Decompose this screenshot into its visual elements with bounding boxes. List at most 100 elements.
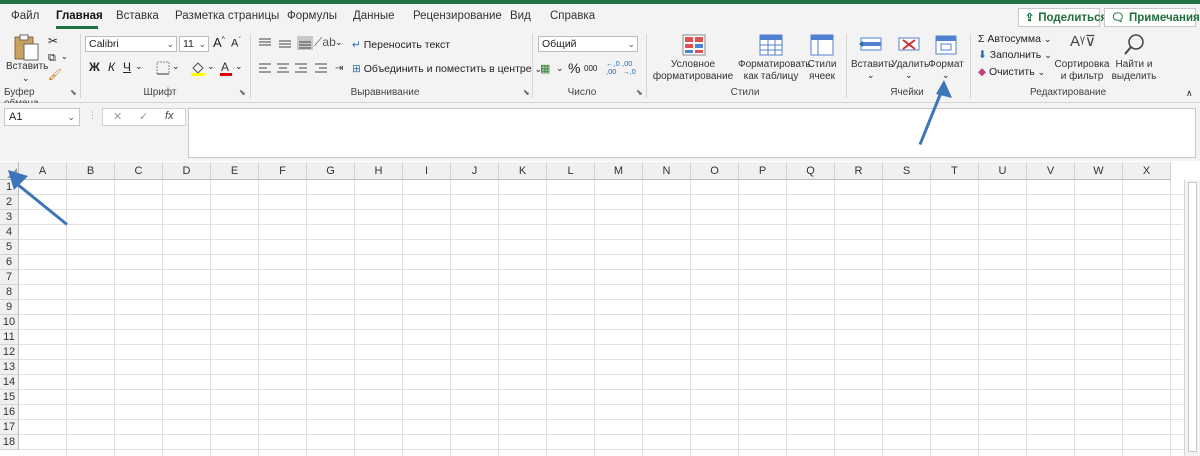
grow-font-button[interactable]: A^ <box>213 35 225 50</box>
orientation-dropdown-icon[interactable]: ⌄ <box>335 37 343 48</box>
conditional-formatting-button[interactable]: Условное форматирование <box>652 32 734 84</box>
column-header-v[interactable]: V <box>1027 162 1075 180</box>
font-color-icon[interactable]: A <box>219 59 233 77</box>
format-cells-button[interactable]: Формат ⌄ <box>927 32 965 84</box>
tab-insert[interactable]: Вставка <box>116 10 159 22</box>
font-name-select[interactable]: Calibri ⌄ <box>85 36 177 52</box>
column-header-g[interactable]: G <box>307 162 355 180</box>
format-painter-icon[interactable]: 🖌 <box>48 68 62 81</box>
increase-indent-icon[interactable]: ⇥ <box>335 63 343 74</box>
accounting-format-icon[interactable]: ▦ <box>540 62 550 75</box>
font-launcher-icon[interactable]: ⬊ <box>239 88 246 97</box>
row-header-10[interactable]: 10 <box>0 315 19 330</box>
fill-color-dropdown-icon[interactable]: ⌄ <box>207 61 215 72</box>
autosum-button[interactable]: Σ Автосумма ⌄ <box>978 33 1051 45</box>
column-header-e[interactable]: E <box>211 162 259 180</box>
column-header-k[interactable]: K <box>499 162 547 180</box>
vertical-align-icons[interactable] <box>257 36 317 50</box>
row-header-13[interactable]: 13 <box>0 360 19 375</box>
underline-dropdown-icon[interactable]: ⌄ <box>135 61 143 72</box>
tab-home[interactable]: Главная <box>56 10 103 22</box>
column-header-i[interactable]: I <box>403 162 451 180</box>
insert-function-icon[interactable]: fx <box>165 110 174 122</box>
row-header-15[interactable]: 15 <box>0 390 19 405</box>
copy-icon[interactable]: ⧉ <box>48 52 56 65</box>
alignment-launcher-icon[interactable]: ⬊ <box>523 88 530 97</box>
cell-styles-button[interactable]: Стили ячеек <box>804 32 840 84</box>
column-header-m[interactable]: M <box>595 162 643 180</box>
share-button[interactable]: ⇪ Поделиться <box>1018 8 1107 27</box>
collapse-ribbon-icon[interactable]: ∧ <box>1186 88 1193 99</box>
row-header-18[interactable]: 18 <box>0 435 19 450</box>
find-select-button[interactable]: Найти и выделить <box>1110 32 1158 84</box>
borders-dropdown-icon[interactable]: ⌄ <box>172 61 180 72</box>
name-box[interactable]: A1 ⌄ <box>4 108 80 126</box>
tab-page-layout[interactable]: Разметка страницы <box>175 10 279 22</box>
column-header-d[interactable]: D <box>163 162 211 180</box>
horizontal-align-icons[interactable] <box>257 62 337 76</box>
column-header-w[interactable]: W <box>1075 162 1123 180</box>
thousands-separator-button[interactable]: 000 <box>584 64 597 73</box>
column-header-x[interactable]: X <box>1123 162 1171 180</box>
tab-help[interactable]: Справка <box>550 10 595 22</box>
column-header-r[interactable]: R <box>835 162 883 180</box>
column-header-t[interactable]: T <box>931 162 979 180</box>
insert-cells-button[interactable]: Вставить ⌄ <box>851 32 893 84</box>
name-box-splitter-icon[interactable]: ⋮ <box>88 110 97 121</box>
shrink-font-button[interactable]: Aˇ <box>231 37 241 50</box>
copy-dropdown-icon[interactable]: ⌄ <box>61 52 68 61</box>
row-header-5[interactable]: 5 <box>0 240 19 255</box>
borders-icon[interactable] <box>156 61 170 75</box>
fill-button[interactable]: ⬇ Заполнить ⌄ <box>978 49 1052 61</box>
bold-button[interactable]: Ж <box>89 60 100 74</box>
row-header-14[interactable]: 14 <box>0 375 19 390</box>
column-header-f[interactable]: F <box>259 162 307 180</box>
tab-file[interactable]: Файл <box>11 10 39 22</box>
font-size-select[interactable]: 11 ⌄ <box>179 36 209 52</box>
italic-button[interactable]: К <box>108 60 115 74</box>
delete-cells-button[interactable]: Удалить ⌄ <box>891 32 929 84</box>
column-header-u[interactable]: U <box>979 162 1027 180</box>
underline-button[interactable]: Ч <box>123 60 131 74</box>
row-header-6[interactable]: 6 <box>0 255 19 270</box>
clipboard-launcher-icon[interactable]: ⬊ <box>70 88 77 97</box>
scrollbar-thumb[interactable] <box>1188 182 1197 452</box>
tab-view[interactable]: Вид <box>510 10 531 22</box>
vertical-scrollbar[interactable] <box>1184 180 1200 456</box>
column-header-q[interactable]: Q <box>787 162 835 180</box>
decrease-decimal-button[interactable]: ,00 →,0 <box>622 60 636 76</box>
cancel-icon[interactable]: ✕ <box>113 110 122 123</box>
row-header-12[interactable]: 12 <box>0 345 19 360</box>
number-format-select[interactable]: Общий ⌄ <box>538 36 638 52</box>
number-launcher-icon[interactable]: ⬊ <box>636 88 643 97</box>
row-header-16[interactable]: 16 <box>0 405 19 420</box>
column-header-c[interactable]: C <box>115 162 163 180</box>
column-header-h[interactable]: H <box>355 162 403 180</box>
fill-color-icon[interactable] <box>190 59 206 77</box>
tab-data[interactable]: Данные <box>353 10 395 22</box>
row-header-4[interactable]: 4 <box>0 225 19 240</box>
increase-decimal-button[interactable]: ←,0 ,00 <box>606 60 620 76</box>
comments-button[interactable]: 🗨 Примечания <box>1104 8 1200 27</box>
column-header-p[interactable]: P <box>739 162 787 180</box>
column-header-o[interactable]: O <box>691 162 739 180</box>
percent-button[interactable]: % <box>568 60 580 76</box>
column-header-j[interactable]: J <box>451 162 499 180</box>
accounting-dropdown-icon[interactable]: ⌄ <box>556 63 564 74</box>
row-header-7[interactable]: 7 <box>0 270 19 285</box>
row-header-2[interactable]: 2 <box>0 195 19 210</box>
column-header-n[interactable]: N <box>643 162 691 180</box>
format-as-table-button[interactable]: Форматировать как таблицу <box>738 32 811 84</box>
cell-area[interactable] <box>19 180 1183 456</box>
row-header-11[interactable]: 11 <box>0 330 19 345</box>
column-header-l[interactable]: L <box>547 162 595 180</box>
column-header-b[interactable]: B <box>67 162 115 180</box>
clear-button[interactable]: ◆ Очистить ⌄ <box>978 66 1045 78</box>
orientation-icon[interactable]: ⟋ab <box>314 35 336 50</box>
sort-filter-button[interactable]: Aᵞ⊽ Сортировка и фильтр <box>1054 32 1110 84</box>
merge-center-button[interactable]: ⊞ Объединить и поместить в центре ⌄ <box>352 63 542 75</box>
tab-review[interactable]: Рецензирование <box>413 10 502 22</box>
wrap-text-button[interactable]: ↵ Переносить текст <box>352 39 450 51</box>
formula-input[interactable] <box>188 108 1196 158</box>
row-header-9[interactable]: 9 <box>0 300 19 315</box>
